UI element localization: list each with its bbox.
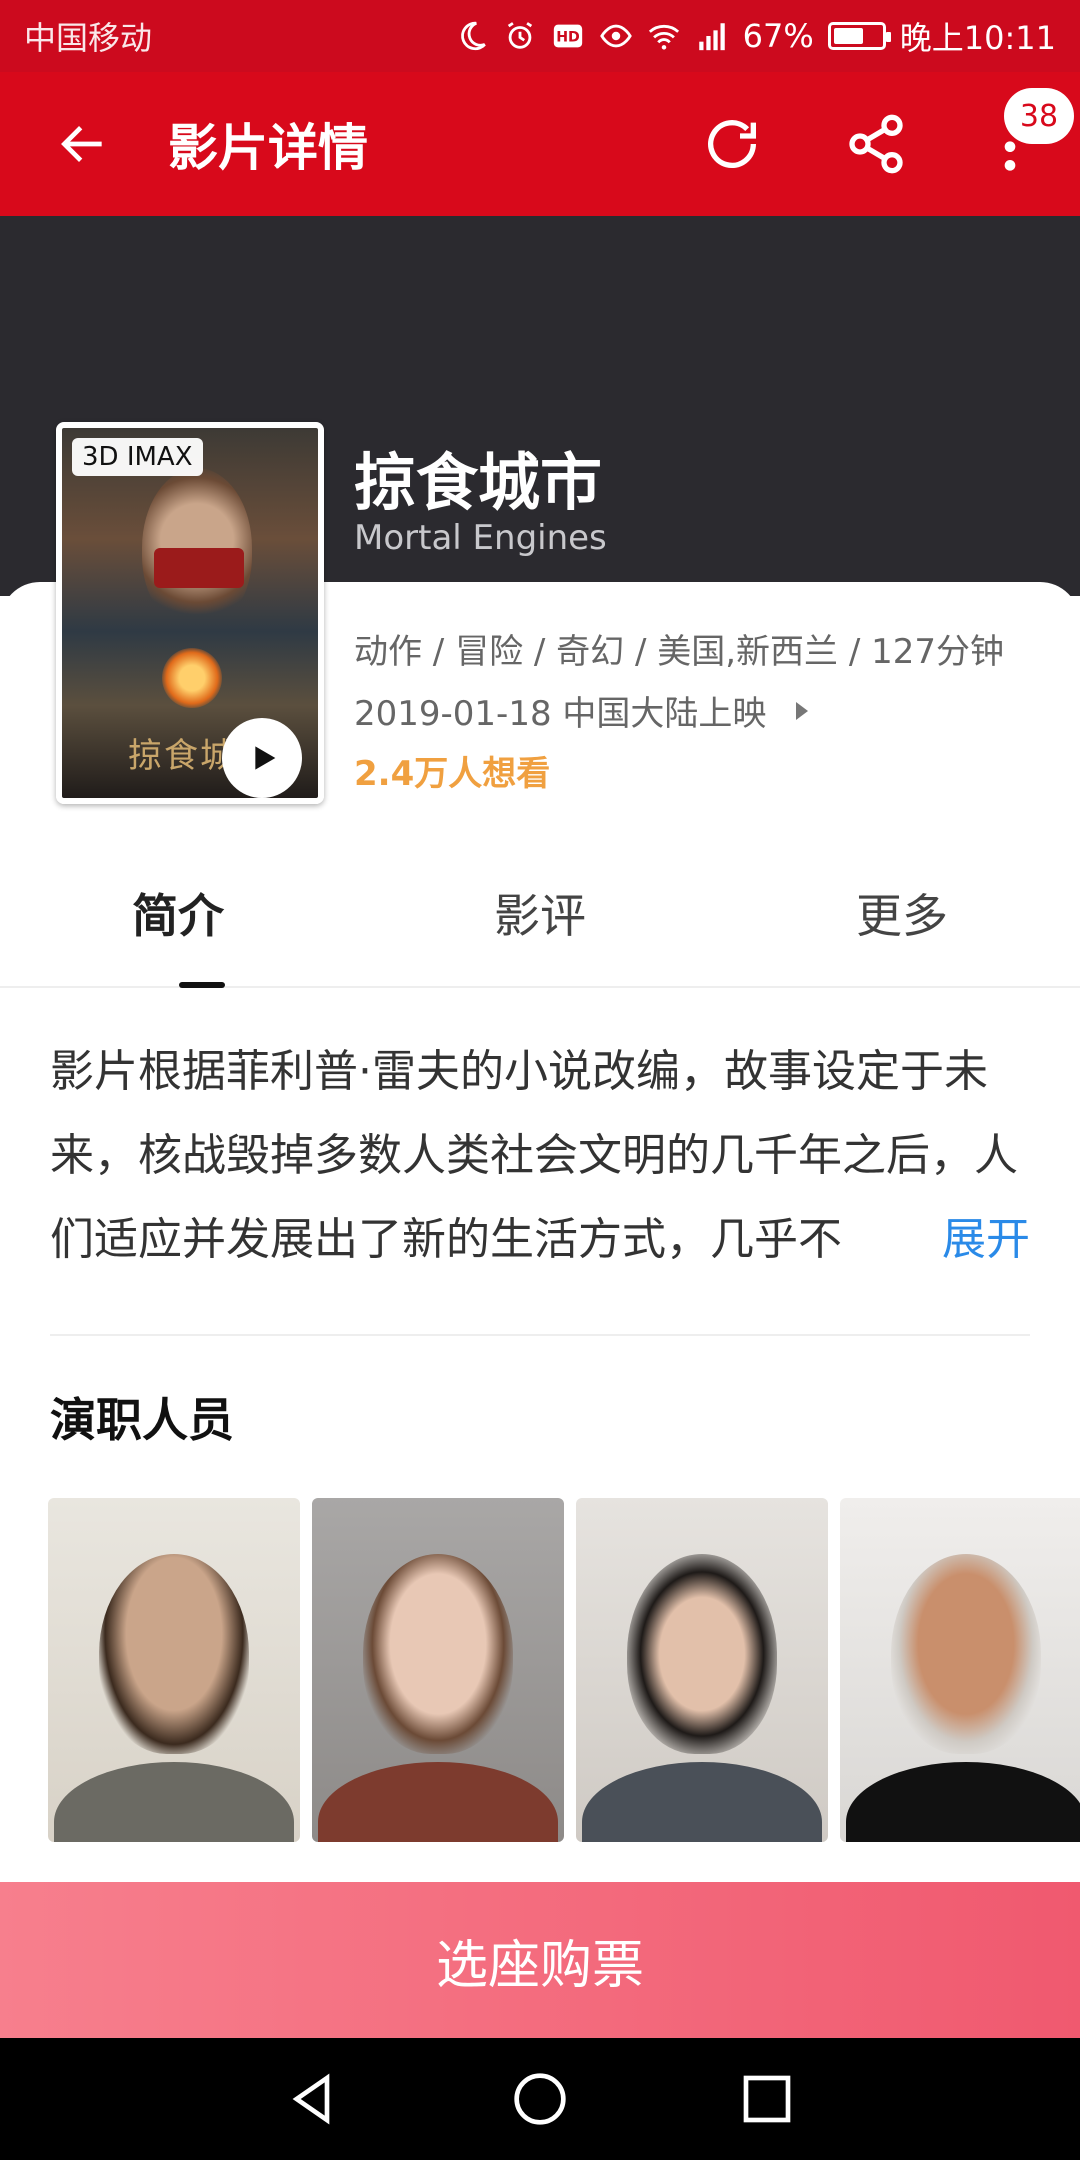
play-trailer-button[interactable] bbox=[222, 718, 302, 798]
cast-photo[interactable] bbox=[840, 1498, 1080, 1842]
battery-percent: 67% bbox=[742, 17, 814, 55]
svg-text:HD: HD bbox=[556, 30, 580, 46]
synopsis-text: 影片根据菲利普·雷夫的小说改编，故事设定于未来，核战毁掉多数人类社会文明的几千年… bbox=[50, 1046, 1018, 1265]
page-title: 影片详情 bbox=[168, 119, 368, 177]
release-date: 2019-01-18 中国大陆上映 bbox=[354, 694, 767, 734]
cast-list bbox=[48, 1498, 1080, 1848]
person-body bbox=[582, 1762, 822, 1842]
signal-icon bbox=[698, 23, 725, 51]
status-bar: 中国移动 HD 67% 晚上10:11 bbox=[0, 0, 1080, 72]
carrier-label: 中国移动 bbox=[24, 19, 153, 57]
nav-recents-icon bbox=[743, 2075, 790, 2123]
back-button[interactable] bbox=[38, 99, 128, 189]
back-arrow-icon bbox=[61, 126, 102, 162]
cast-photo[interactable] bbox=[48, 1498, 300, 1842]
release-info[interactable]: 2019-01-18 中国大陆上映 bbox=[354, 686, 809, 735]
buy-ticket-button[interactable]: 选座购票 bbox=[0, 1882, 1080, 2038]
person-photo bbox=[891, 1554, 1041, 1754]
tab-reviews[interactable]: 影评 bbox=[404, 840, 676, 986]
chevron-right-icon bbox=[796, 701, 809, 720]
moon-icon bbox=[460, 21, 486, 51]
movie-english-title: Mortal Engines bbox=[354, 518, 607, 558]
notification-badge: 38 bbox=[1004, 88, 1074, 144]
person-photo bbox=[627, 1554, 777, 1754]
movie-poster[interactable]: 掠食城市 3D IMAX bbox=[56, 422, 324, 804]
divider bbox=[50, 1334, 1030, 1336]
share-icon bbox=[849, 114, 903, 174]
detail-tabs: 简介 影评 更多 bbox=[0, 840, 1080, 988]
clock: 晚上10:11 bbox=[899, 19, 1056, 57]
battery-fill bbox=[833, 28, 863, 44]
cast-photo[interactable] bbox=[312, 1498, 564, 1842]
movie-meta: 动作 / 冒险 / 奇幻 / 美国,新西兰 / 127分钟 bbox=[354, 632, 1004, 672]
cast-section-title: 演职人员 bbox=[50, 1393, 234, 1447]
nav-home-icon bbox=[514, 2073, 566, 2125]
refresh-button[interactable] bbox=[682, 94, 782, 194]
share-button[interactable] bbox=[826, 94, 926, 194]
alarm-icon bbox=[507, 22, 532, 49]
expand-link[interactable]: 展开 bbox=[932, 1198, 1030, 1282]
person-body bbox=[318, 1762, 558, 1842]
nav-back-icon bbox=[292, 2073, 330, 2125]
tab-intro[interactable]: 简介 bbox=[0, 840, 404, 986]
hd-icon: HD bbox=[553, 24, 582, 48]
poster-mask bbox=[154, 548, 244, 588]
movie-title: 掠食城市 bbox=[354, 446, 603, 519]
eye-icon bbox=[599, 24, 632, 48]
want-to-see-count: 2.4万人想看 bbox=[354, 754, 551, 794]
cast-photo[interactable] bbox=[576, 1498, 828, 1842]
wifi-icon bbox=[648, 24, 679, 50]
nav-home-button[interactable] bbox=[510, 2069, 570, 2129]
poster-fire bbox=[162, 648, 222, 708]
person-body bbox=[54, 1762, 294, 1842]
person-photo bbox=[363, 1554, 513, 1754]
app-bar: 影片详情 38 bbox=[0, 72, 1080, 216]
battery-icon bbox=[827, 22, 891, 50]
system-nav-bar bbox=[0, 2038, 1080, 2160]
play-icon bbox=[255, 746, 276, 770]
app-bar-actions: 38 bbox=[638, 88, 1080, 194]
tab-more[interactable]: 更多 bbox=[676, 840, 1080, 986]
person-body bbox=[846, 1762, 1080, 1842]
nav-back-button[interactable] bbox=[283, 2069, 343, 2129]
more-button[interactable]: 38 bbox=[960, 88, 1074, 194]
format-tag: 3D IMAX bbox=[72, 438, 203, 476]
person-photo bbox=[99, 1554, 249, 1754]
nav-recents-button[interactable] bbox=[737, 2069, 797, 2129]
synopsis: 影片根据菲利普·雷夫的小说改编，故事设定于未来，核战毁掉多数人类社会文明的几千年… bbox=[50, 1030, 1030, 1282]
refresh-icon bbox=[708, 120, 756, 169]
status-icons: HD 67% 晚上10:11 bbox=[455, 13, 1056, 59]
